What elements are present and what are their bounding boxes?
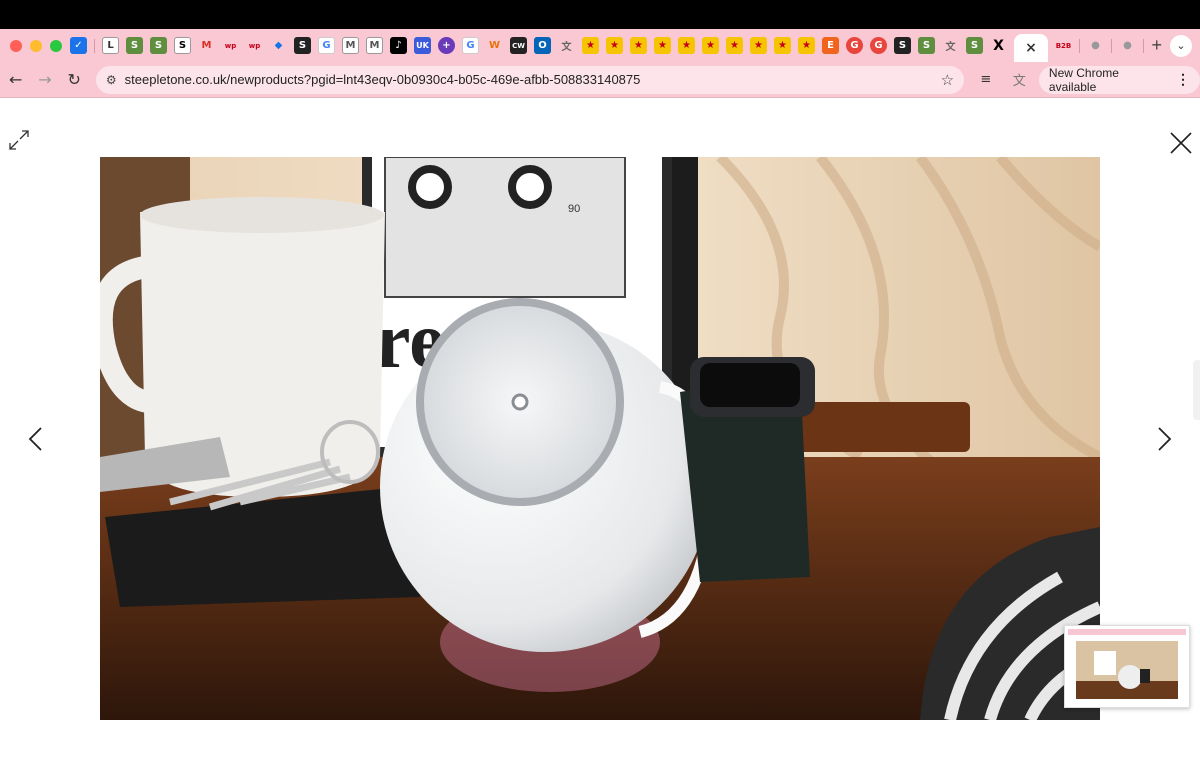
tab-favicon-wp[interactable]: wp <box>246 37 263 54</box>
chevron-left-icon[interactable] <box>24 425 48 453</box>
tab-favicon-shop-bag[interactable]: S <box>294 37 311 54</box>
browser-tab-strip: ✓ L S S S M wp wp ◆ S G M M ♪ UK + G W C… <box>0 29 1200 62</box>
chrome-menu-icon[interactable]: ⋮ <box>1176 71 1190 88</box>
tab-favicon-red-circle[interactable]: G <box>846 37 863 54</box>
update-label: New Chrome available <box>1048 65 1119 94</box>
tab-favicon-plus[interactable]: + <box>438 37 455 54</box>
tab-favicon-uk[interactable]: UK <box>414 37 431 54</box>
translate-icon[interactable]: 文 <box>1008 68 1031 92</box>
tab-favicon-apple[interactable]: ● <box>1119 37 1136 54</box>
tab-search-chevron-icon[interactable]: ⌄ <box>1170 34 1192 57</box>
tab-favicon-cw[interactable]: CW <box>510 37 527 54</box>
close-icon[interactable] <box>1168 130 1194 156</box>
tab-separator <box>94 38 95 53</box>
tab-favicon-yellow[interactable]: ★ <box>798 37 815 54</box>
window-controls <box>0 39 62 52</box>
new-tab-button[interactable]: + <box>1151 35 1162 56</box>
tab-favicon-yellow[interactable]: ★ <box>750 37 767 54</box>
tab-favicon-m[interactable]: M <box>366 37 383 54</box>
cassette-number: 90 <box>568 203 580 215</box>
tab-favicon-wp[interactable]: wp <box>222 37 239 54</box>
tab-favicon-gmail[interactable]: M <box>198 37 215 54</box>
tab-separator <box>1111 38 1112 53</box>
tab-favicon-yellow[interactable]: ★ <box>774 37 791 54</box>
tab-favicon-yellow[interactable]: ★ <box>606 37 623 54</box>
tab-favicon-yellow[interactable]: ★ <box>702 37 719 54</box>
back-button[interactable]: ← <box>2 66 29 94</box>
tab-favicon-etsy[interactable]: E <box>822 37 839 54</box>
reading-list-icon[interactable]: ≡ <box>974 68 997 92</box>
tab-favicon-outlook[interactable]: O <box>534 37 551 54</box>
chrome-update-button[interactable]: New Chrome available ⋮ <box>1038 65 1200 94</box>
tab-list: ✓ L S S S M wp wp ◆ S G M M ♪ UK + G W C… <box>70 29 1145 62</box>
tab-favicon-apple[interactable]: ● <box>1087 37 1104 54</box>
active-tab-close-icon[interactable]: × <box>1014 34 1048 62</box>
tab-favicon-yellow[interactable]: ★ <box>582 37 599 54</box>
tab-favicon-shopify[interactable]: S <box>966 37 983 54</box>
side-panel-handle[interactable] <box>1193 360 1200 420</box>
site-settings-icon[interactable]: ⚙ <box>106 73 117 87</box>
tab-favicon-tiktok[interactable]: ♪ <box>390 37 407 54</box>
forward-button[interactable]: → <box>31 66 58 94</box>
address-bar[interactable]: ⚙ steepletone.co.uk/newproducts?pgid=lnt… <box>95 65 965 94</box>
tab-favicon-s[interactable]: S <box>174 37 191 54</box>
tab-favicon-x[interactable]: X <box>990 37 1007 54</box>
minimize-window-button[interactable] <box>30 39 42 52</box>
tab-favicon-shopify[interactable]: S <box>918 37 935 54</box>
table-ledge <box>790 402 970 452</box>
tab-favicon-translate[interactable]: 文 <box>942 37 959 54</box>
tab-favicon-w[interactable]: W <box>486 37 503 54</box>
tab-favicon-yellow[interactable]: ★ <box>630 37 647 54</box>
tab-favicon-yellow[interactable]: ★ <box>678 37 695 54</box>
close-window-button[interactable] <box>10 39 22 52</box>
tab-favicon-google[interactable]: G <box>318 37 335 54</box>
thumbnail-image <box>1068 635 1186 703</box>
tab-favicon-yellow[interactable]: ★ <box>654 37 671 54</box>
tab-favicon-shopify[interactable]: S <box>150 37 167 54</box>
tab-favicon-shopify[interactable]: S <box>126 37 143 54</box>
tab-favicon-l[interactable]: L <box>102 37 119 54</box>
thumbnail-preview[interactable] <box>1064 625 1190 708</box>
tab-favicon-translate[interactable]: 文 <box>558 37 575 54</box>
expand-icon[interactable] <box>6 127 32 153</box>
url-text[interactable]: steepletone.co.uk/newproducts?pgid=lnt43… <box>125 72 941 87</box>
tab-favicon-yellow[interactable]: ★ <box>726 37 743 54</box>
tab-favicon-google[interactable]: G <box>462 37 479 54</box>
screen-top-bar <box>0 0 1200 29</box>
tab-favicon-red-circle[interactable]: G <box>870 37 887 54</box>
tab-favicon-b2b[interactable]: B2B <box>1055 37 1072 54</box>
tab-favicon-m[interactable]: M <box>342 37 359 54</box>
product-photo: 90 re <box>100 157 1100 720</box>
chevron-right-icon[interactable] <box>1152 425 1176 453</box>
browser-toolbar: ← → ↻ ⚙ steepletone.co.uk/newproducts?pg… <box>0 62 1200 98</box>
tab-separator <box>1079 38 1080 53</box>
reload-button[interactable]: ↻ <box>61 66 88 94</box>
maximize-window-button[interactable] <box>50 39 62 52</box>
bookmark-star-icon[interactable]: ☆ <box>941 71 954 89</box>
tab-favicon-bird[interactable]: ◆ <box>270 37 287 54</box>
tab-favicon-check[interactable]: ✓ <box>70 37 87 54</box>
tab-separator <box>1143 38 1144 53</box>
tab-favicon-shop-bag[interactable]: S <box>894 37 911 54</box>
